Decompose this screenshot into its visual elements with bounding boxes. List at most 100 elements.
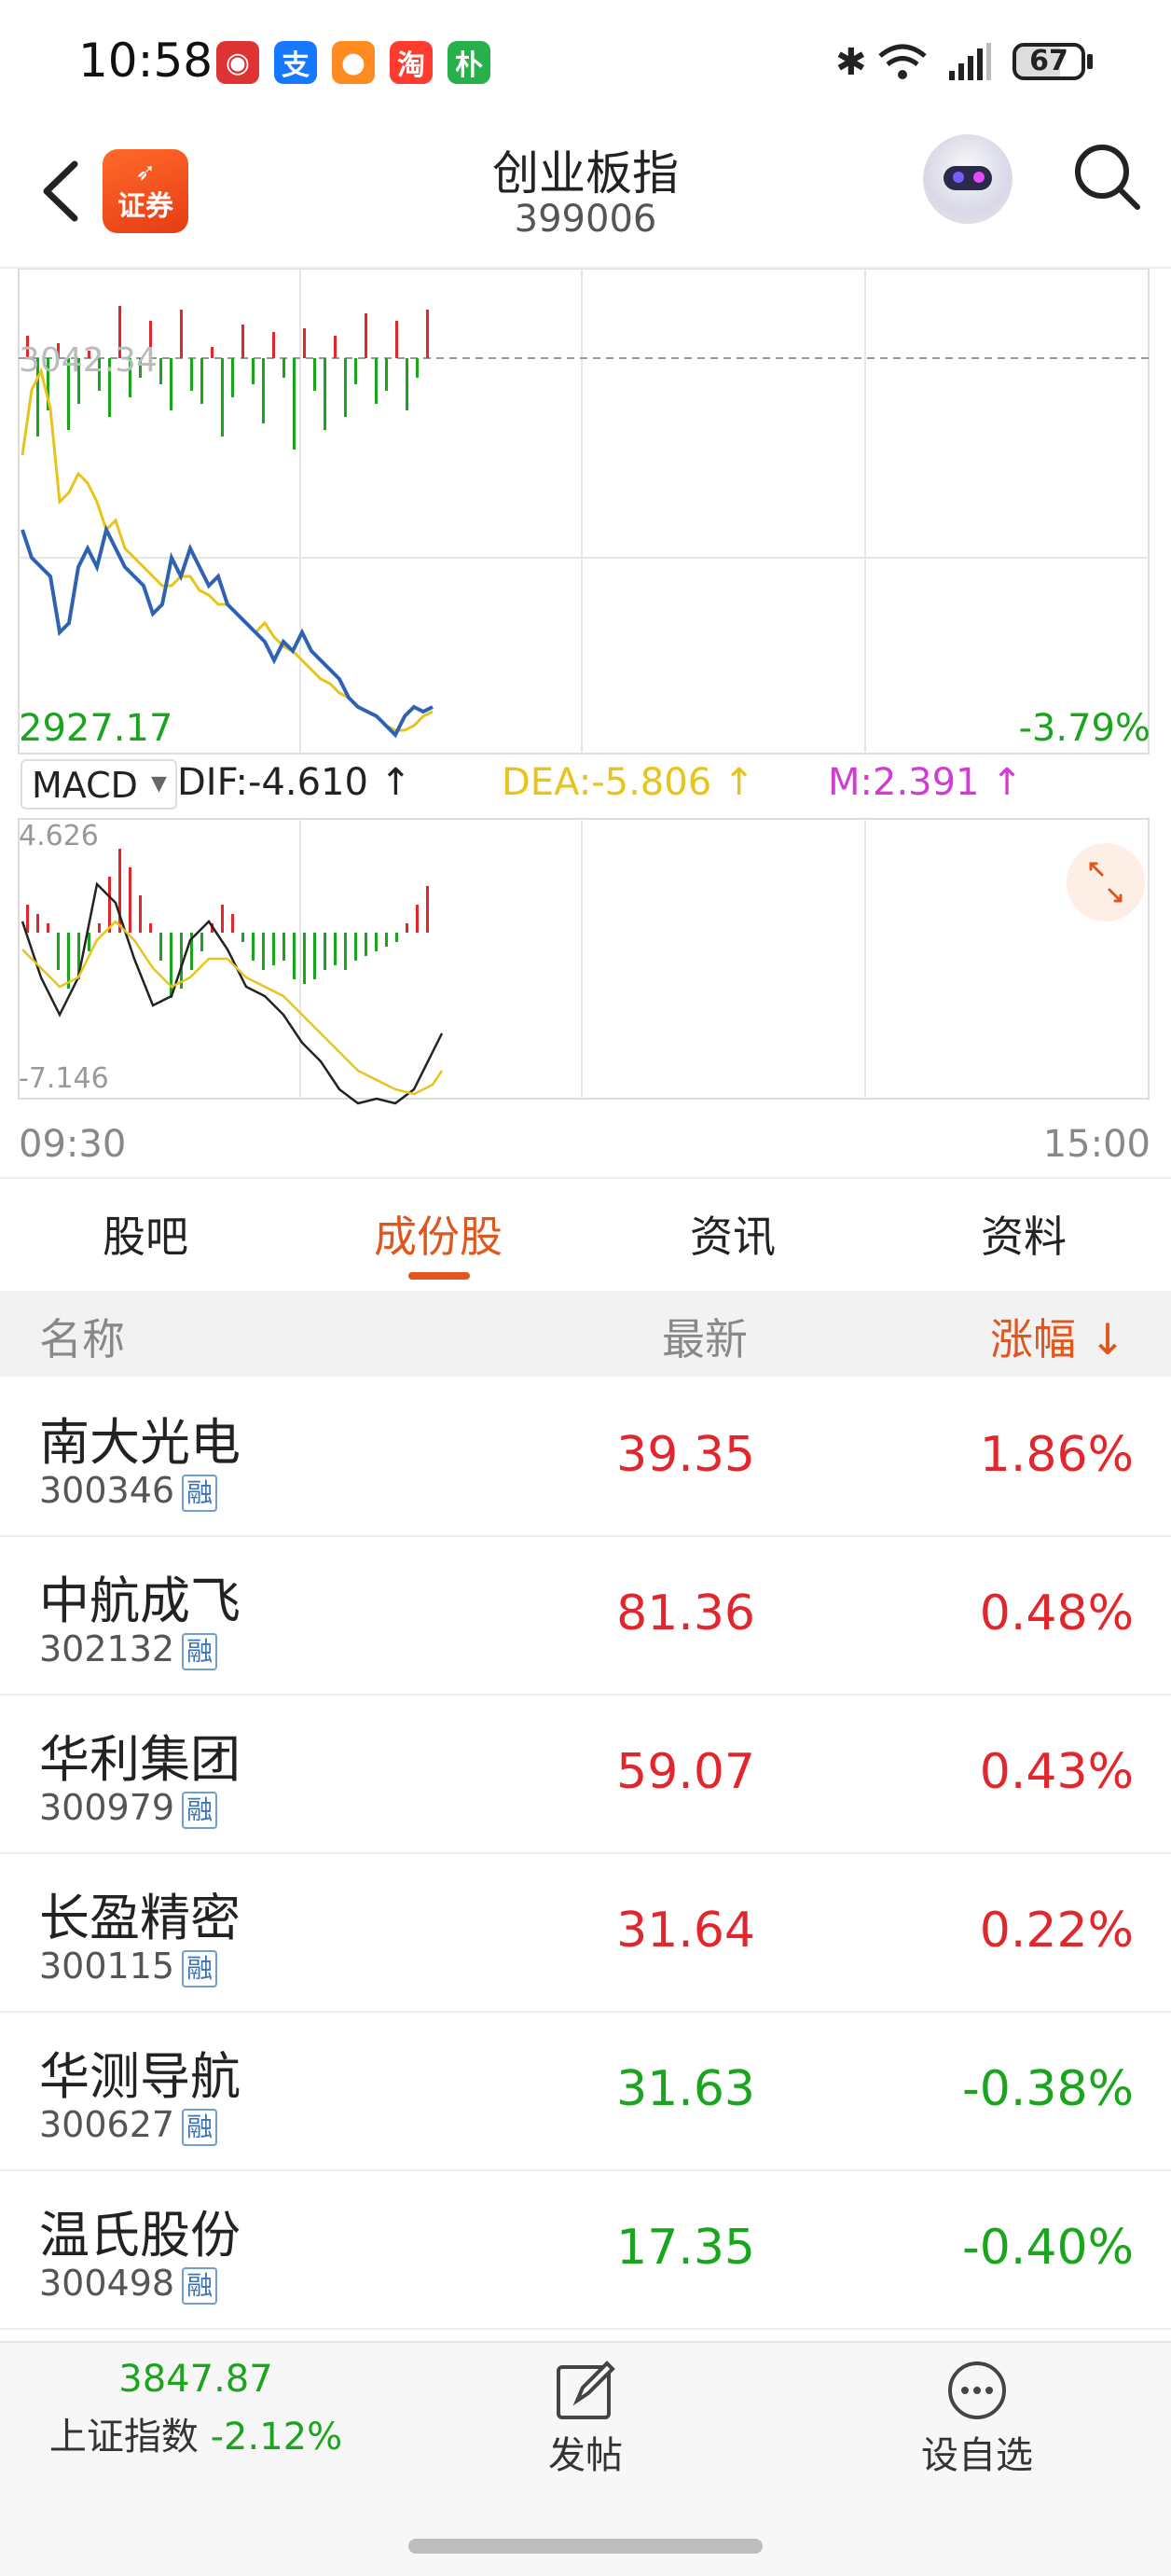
stock-price: 17.35 [616,2220,755,2276]
volume-bar [406,358,408,410]
stock-row[interactable]: 中航成飞 302132 融 81.36 0.48% [0,1535,1171,1696]
stock-code-line: 302132 融 [39,1628,218,1670]
volume-bar [262,358,265,423]
stock-row[interactable]: 温氏股份 300498 融 17.35 -0.40% [0,2169,1171,2330]
taobao-icon: 淘 [390,41,433,84]
tab-constituents[interactable]: 成份股 [345,1203,531,1265]
stock-code-line: 300115 融 [39,1946,218,1987]
margin-badge: 融 [182,1791,218,1829]
bluetooth-icon: ✱ [835,41,867,84]
margin-badge: 融 [182,1949,218,1987]
volume-bar [303,328,306,358]
macd-bar [98,923,101,933]
volume-bar [241,325,244,358]
volume-bar [252,358,255,384]
home-indicator[interactable] [408,2539,763,2554]
status-bar: 10:58 ◉ 支 ● 淘朴 ✱ 67 [0,0,1171,131]
more-circle-icon [948,2361,1006,2419]
volume-bar [395,321,398,358]
m-value: M:2.391 [828,761,980,804]
post-label: 发帖 [548,2434,623,2477]
signal-icon [949,43,991,80]
macd-selector[interactable]: MACD ▼ [21,759,177,810]
search-icon[interactable] [1072,142,1143,213]
volume-bar [416,358,419,378]
index-ticker-name: 上证指数 [48,2416,199,2458]
stock-name: 长盈精密 [39,1889,241,1947]
volume-bar [375,358,378,404]
volume-bar [385,358,388,391]
robot-assistant-icon[interactable] [923,134,1013,224]
stock-code: 300346 [39,1470,175,1511]
tab-news[interactable]: 资讯 [640,1203,826,1265]
alipay-icon: 支 [274,41,317,84]
macd-bar [426,886,429,933]
column-latest-header[interactable]: 最新 [662,1306,748,1367]
macd-bar [354,933,357,961]
macd-bar [200,933,203,951]
battery-tip [1087,54,1093,69]
price-panel-frame [18,269,1150,755]
column-change-header[interactable]: 涨幅 ↓ [990,1306,1125,1367]
volume-bar [180,310,183,358]
add-watchlist-button[interactable]: 设自选 [902,2360,1052,2479]
volume-bar [190,358,193,391]
stock-code: 302132 [39,1628,175,1669]
stock-row[interactable]: 华利集团 300979 融 59.07 0.43% [0,1694,1171,1854]
dea-value: DEA:-5.806 [502,761,712,804]
stock-row[interactable]: 长盈精密 300115 融 31.64 0.22% [0,1852,1171,2013]
volume-bar [231,358,234,397]
macd-bar [36,914,39,933]
edit-icon [557,2361,615,2419]
tab-profile[interactable]: 资料 [930,1203,1117,1265]
macd-bar [406,923,408,933]
macd-bar [293,933,296,979]
margin-badge: 融 [182,1474,218,1512]
macd-bar [231,914,234,933]
margin-badge: 融 [182,1632,218,1670]
stock-price: 59.07 [616,1744,755,1800]
macd-bar [365,933,367,956]
active-tab-indicator [408,1272,470,1280]
volume-bar [272,332,275,358]
wifi-icon [878,44,927,79]
macd-bar [241,933,244,942]
dea-legend: DEA:-5.806 ↑ [502,761,754,804]
volume-bar [334,336,337,358]
dif-up-arrow-icon: ↑ [379,761,412,804]
macd-bar [221,905,224,933]
stock-code-line: 300346 融 [39,1470,218,1512]
time-start-label: 09:30 [19,1123,126,1166]
index-ticker[interactable]: 3847.87 上证指数 -2.12% [37,2358,354,2460]
macd-bar [252,933,255,961]
macd-bar [47,923,49,933]
chat-app-icon: ● [332,41,375,84]
stock-row[interactable]: 华测导航 300627 融 31.63 -0.38% [0,2011,1171,2171]
dea-up-arrow-icon: ↑ [723,761,755,804]
sort-down-arrow-icon: ↓ [1089,1314,1126,1364]
expand-icon[interactable] [1067,843,1145,921]
stock-name: 中航成飞 [39,1572,241,1630]
stock-price: 31.63 [616,2061,755,2117]
pu-app-icon: 朴 [448,41,490,84]
stock-row[interactable]: 南大光电 300346 融 39.35 1.86% [0,1377,1171,1537]
volume-bar [211,347,214,358]
time-end-label: 15:00 [1043,1123,1150,1166]
macd-low-label: -7.146 [19,1062,109,1095]
macd-bar [57,933,60,970]
post-button[interactable]: 发帖 [511,2360,660,2479]
volume-bar [344,358,347,417]
macd-bar [67,933,70,989]
intraday-chart[interactable]: 3042.34 2927.17 -3.79% 4.626 -7.146 09:3… [0,269,1171,1173]
stock-price: 81.36 [616,1586,755,1641]
tab-guba[interactable]: 股吧 [52,1203,239,1265]
macd-bar [149,923,152,933]
margin-badge: 融 [182,2108,218,2146]
low-price-label: 2927.17 [19,707,172,750]
margin-badge: 融 [182,2266,218,2305]
stock-app-icon: ◉ [216,41,259,84]
stock-change-pct: -0.40% [962,2220,1134,2276]
stock-name: 温氏股份 [39,2206,241,2264]
volume-bar [426,310,429,358]
macd-bar [324,933,326,970]
